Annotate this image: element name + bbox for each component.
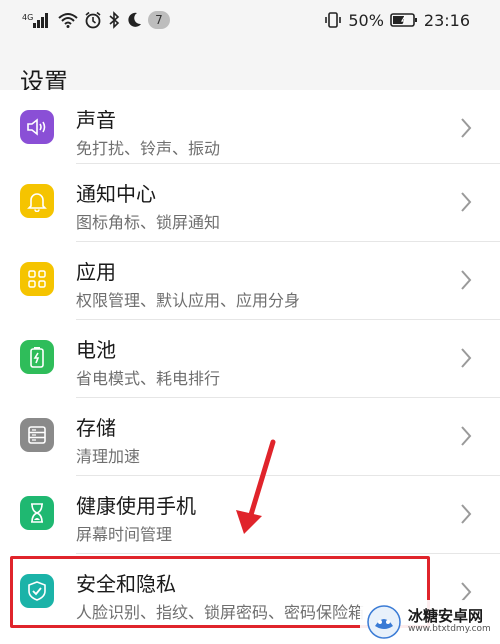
settings-item-apps[interactable]: 应用 权限管理、默认应用、应用分身 xyxy=(0,242,500,320)
notification-count-badge: 7 xyxy=(148,11,170,29)
speaker-icon xyxy=(20,110,54,144)
watermark-url: www.btxtdmy.com xyxy=(408,624,491,635)
settings-item-subtitle: 屏幕时间管理 xyxy=(76,525,173,544)
settings-item-subtitle: 省电模式、耗电排行 xyxy=(76,369,221,388)
settings-item-title: 健康使用手机 xyxy=(76,494,196,518)
watermark-text: 冰糖安卓网 www.btxtdmy.com xyxy=(408,609,491,634)
settings-item-title: 应用 xyxy=(76,260,116,284)
chevron-right-icon xyxy=(461,192,472,212)
chevron-right-icon xyxy=(461,118,472,138)
settings-item-subtitle: 权限管理、默认应用、应用分身 xyxy=(76,291,301,310)
chevron-right-icon xyxy=(461,270,472,290)
settings-item-title: 安全和隐私 xyxy=(76,572,176,596)
battery-percent: 50% xyxy=(348,10,384,30)
battery-icon xyxy=(390,10,418,30)
chevron-right-icon xyxy=(461,348,472,368)
bell-icon xyxy=(20,184,54,218)
vibrate-icon xyxy=(324,10,342,30)
watermark: 冰糖安卓网 www.btxtdmy.com xyxy=(360,600,500,644)
settings-item-title: 电池 xyxy=(76,338,116,362)
shield-icon xyxy=(20,574,54,608)
battery-icon xyxy=(20,340,54,374)
chevron-right-icon xyxy=(461,426,472,446)
settings-item-subtitle: 图标角标、锁屏通知 xyxy=(76,213,221,232)
settings-item-digital-balance[interactable]: 健康使用手机 屏幕时间管理 xyxy=(0,476,500,554)
hourglass-icon xyxy=(20,496,54,530)
settings-item-battery[interactable]: 电池 省电模式、耗电排行 xyxy=(0,320,500,398)
settings-item-subtitle: 人脸识别、指纹、锁屏密码、密码保险箱 xyxy=(76,603,365,622)
wifi-icon xyxy=(58,10,78,30)
settings-item-subtitle: 免打扰、铃声、振动 xyxy=(76,139,221,158)
network-type-label: 4G xyxy=(22,13,33,22)
chevron-right-icon xyxy=(461,504,472,524)
settings-item-title: 存储 xyxy=(76,416,116,440)
settings-item-sound[interactable]: 声音 免打扰、铃声、振动 xyxy=(0,90,500,168)
bluetooth-icon xyxy=(108,10,120,30)
settings-item-subtitle: 清理加速 xyxy=(76,447,141,466)
watermark-logo-icon xyxy=(367,605,401,639)
settings-item-notification-center[interactable]: 通知中心 图标角标、锁屏通知 xyxy=(0,164,500,242)
settings-item-title: 通知中心 xyxy=(76,182,156,206)
moon-icon xyxy=(126,10,142,30)
alarm-icon xyxy=(84,10,102,30)
status-right: 50% 23:16 xyxy=(324,10,470,30)
status-bar: 4G 7 50% 23:16 xyxy=(0,0,500,40)
status-left: 4G 7 xyxy=(22,10,170,30)
signal-icon: 4G xyxy=(22,10,52,30)
clock: 23:16 xyxy=(423,10,470,30)
watermark-name: 冰糖安卓网 xyxy=(408,607,484,626)
storage-icon xyxy=(20,418,54,452)
settings-item-title: 声音 xyxy=(76,108,116,132)
apps-grid-icon xyxy=(20,262,54,296)
settings-item-storage[interactable]: 存储 清理加速 xyxy=(0,398,500,476)
